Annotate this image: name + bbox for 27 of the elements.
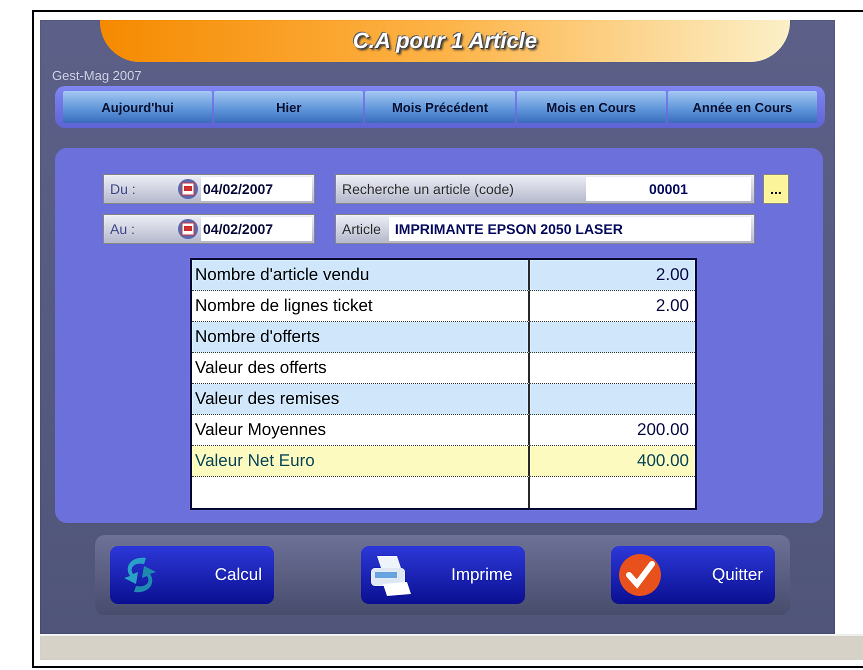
stat-label: Valeur des offerts (192, 353, 530, 384)
stat-label: Nombre d'offerts (192, 322, 530, 353)
date-field[interactable]: Au : 04/02/2007 (103, 214, 315, 244)
stat-value: 400.00 (530, 446, 695, 477)
action-button[interactable]: Imprime (360, 546, 524, 604)
action-button[interactable]: Calcul (110, 546, 274, 604)
window-title: C.A pour 1 Article (352, 28, 538, 54)
period-button[interactable]: Hier (214, 91, 364, 123)
browse-button[interactable]: ... (763, 174, 789, 204)
period-button[interactable]: Aujourd'hui (63, 91, 212, 123)
checkmark-icon (617, 552, 663, 598)
article-field[interactable]: Article IMPRIMANTE EPSON 2050 LASER (335, 214, 755, 244)
stat-label: Nombre de lignes ticket (192, 291, 530, 322)
search-field[interactable]: Recherche un article (code) 00001 (335, 174, 755, 204)
period-button[interactable]: Mois Précédent (365, 91, 515, 123)
app-name: Gest-Mag 2007 (52, 68, 143, 83)
stat-label: Valeur Net Euro (192, 446, 530, 477)
stat-value: 2.00 (530, 260, 695, 291)
action-button[interactable]: Quitter (611, 546, 775, 604)
stat-label: Nombre d'article vendu (192, 260, 530, 291)
stat-label: Valeur des remises (192, 384, 530, 415)
stat-label: Valeur Moyennes (192, 415, 530, 446)
calendar-icon[interactable] (178, 179, 198, 199)
calendar-icon[interactable] (178, 219, 198, 239)
period-button[interactable]: Mois en Cours (516, 91, 666, 123)
date-field[interactable]: Du : 04/02/2007 (103, 174, 315, 204)
period-button[interactable]: Année en Cours (668, 91, 817, 123)
